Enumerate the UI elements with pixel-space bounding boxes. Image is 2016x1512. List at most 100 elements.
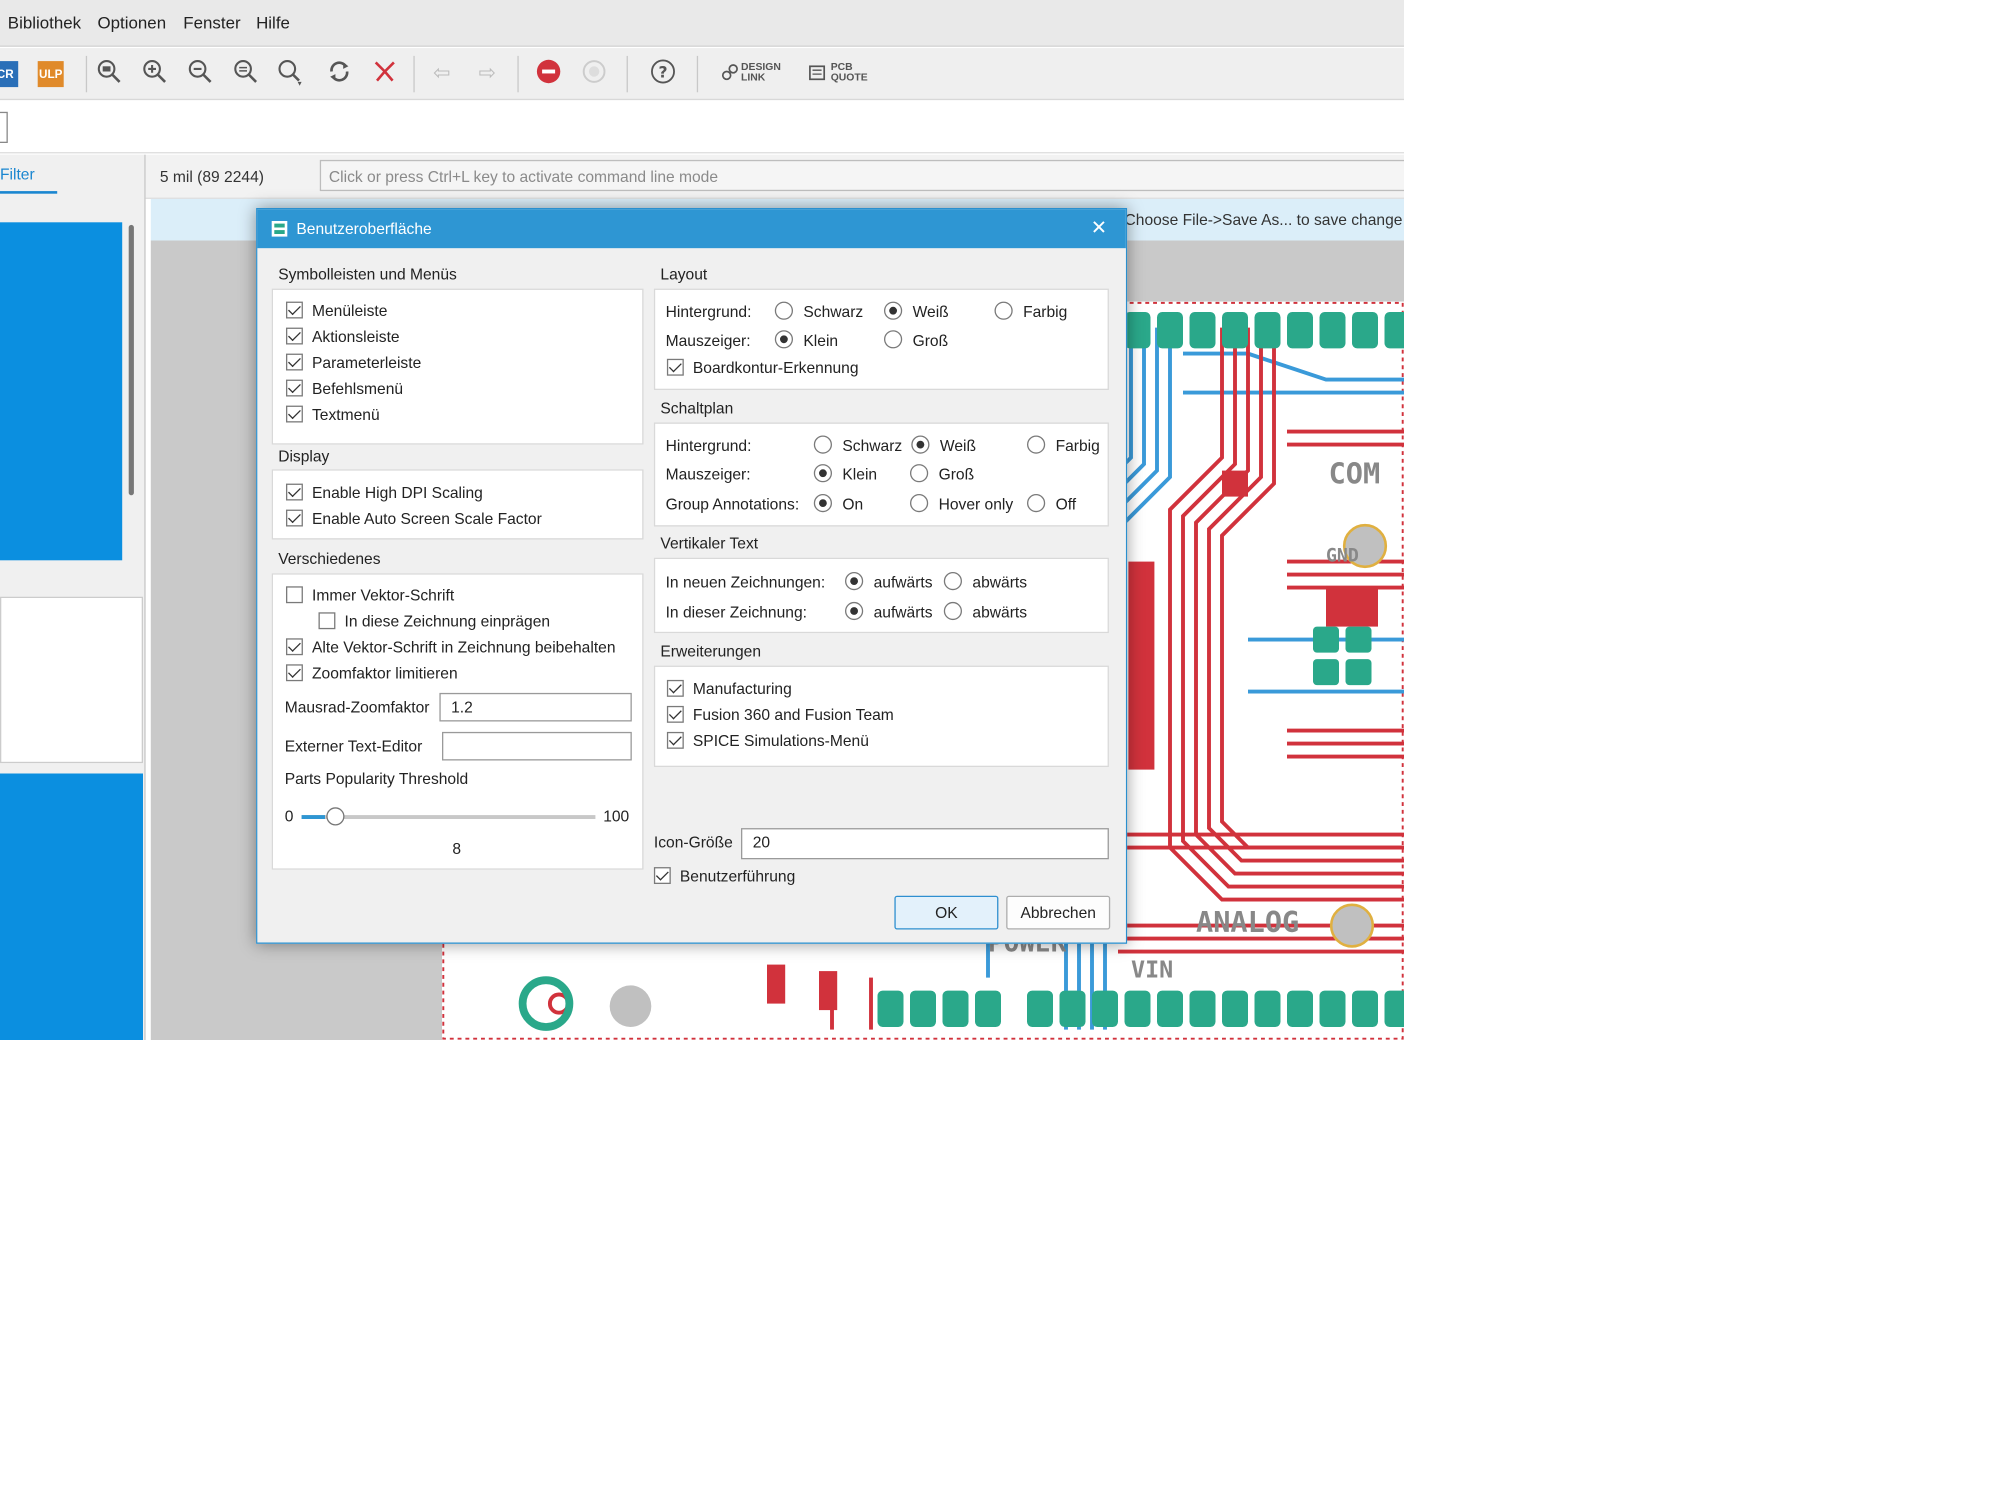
sch-bg-black-radio[interactable] <box>813 435 832 454</box>
board-outline-checkbox[interactable] <box>666 358 684 376</box>
sch-cursor-large-label: Groß <box>938 465 975 484</box>
sch-bg-white-radio[interactable] <box>911 435 930 454</box>
toolbar-separator <box>626 55 628 93</box>
sch-bg-color-radio[interactable] <box>1027 435 1046 454</box>
textmenu-checkbox[interactable] <box>286 405 303 423</box>
limit-zoom-checkbox[interactable] <box>286 664 303 682</box>
vector-font-label: Immer Vektor-Schrift <box>312 586 455 605</box>
layout-bg-black-radio[interactable] <box>774 301 793 320</box>
layout-cursor-small-radio[interactable] <box>774 330 793 349</box>
sch-cursor-small-radio[interactable] <box>813 464 832 483</box>
vt-this-down-radio[interactable] <box>943 601 962 621</box>
fusion-checkbox[interactable] <box>666 705 684 723</box>
close-icon[interactable]: ✕ <box>1091 216 1107 239</box>
vt-new-up-label: aufwärts <box>873 573 933 592</box>
manufacturing-checkbox[interactable] <box>666 679 684 697</box>
layout-bg-black-label: Schwarz <box>803 302 864 322</box>
threshold-slider-track[interactable] <box>301 807 596 826</box>
layout-bg-white-radio[interactable] <box>883 301 903 320</box>
dialog-title: Benutzeroberfläche <box>296 219 432 238</box>
eagle-main-window: Bibliothek Optionen Fenster Hilfe CR ULP <box>0 0 1404 1040</box>
dialog-titlebar[interactable]: Benutzeroberfläche ✕ <box>257 209 1126 249</box>
extensions-heading: Erweiterungen <box>660 642 762 661</box>
keep-font-label: Alte Vektor-Schrift in Zeichnung beibeha… <box>312 638 616 657</box>
menubar-label: Menüleiste <box>312 301 388 320</box>
sch-bg-label: Hintergrund: <box>665 436 752 455</box>
threshold-label: Parts Popularity Threshold <box>284 769 469 788</box>
auto-scale-checkbox[interactable] <box>286 509 303 527</box>
parameter-field[interactable] <box>0 111 8 143</box>
zoom-select-icon[interactable] <box>94 58 125 89</box>
guidance-checkbox[interactable] <box>653 867 671 884</box>
menu-hilfe[interactable]: Hilfe <box>256 13 290 33</box>
sch-cursor-large-radio[interactable] <box>909 464 929 483</box>
sch-cursor-small-label: Klein <box>842 465 878 484</box>
layout-bg-color-radio[interactable] <box>994 301 1013 320</box>
keep-font-checkbox[interactable] <box>286 638 303 656</box>
command-line-input[interactable]: Click or press Ctrl+L key to activate co… <box>319 159 1404 192</box>
zoom-in-icon[interactable] <box>139 58 170 89</box>
guidance-label: Benutzerführung <box>679 867 796 886</box>
vt-new-down-radio[interactable] <box>943 572 962 591</box>
annotations-on-radio[interactable] <box>813 493 832 513</box>
parameter-bar <box>0 101 1404 154</box>
wheel-zoom-label: Mausrad-Zoomfaktor <box>284 698 430 717</box>
layout-bg-label: Hintergrund: <box>665 302 752 322</box>
spice-checkbox[interactable] <box>666 731 684 749</box>
help-icon[interactable]: ? <box>647 58 678 89</box>
menu-fenster[interactable]: Fenster <box>183 13 240 33</box>
library-tree-selection[interactable] <box>0 222 123 561</box>
zoom-area-icon[interactable] <box>276 58 307 89</box>
sch-bg-white-label: Weiß <box>939 436 977 455</box>
high-dpi-checkbox[interactable] <box>286 483 303 501</box>
left-panel: Filter <box>0 154 146 1040</box>
threshold-slider-thumb[interactable] <box>326 807 345 826</box>
board-label-analog: ANALOG <box>1196 905 1299 939</box>
ripup-icon[interactable] <box>369 58 400 89</box>
menubar-checkbox[interactable] <box>286 301 303 319</box>
go-icon[interactable] <box>579 58 610 89</box>
vt-this-up-label: aufwärts <box>873 603 933 622</box>
board-outline-label: Boardkontur-Erkennung <box>692 358 859 377</box>
toolbar-separator <box>413 55 415 93</box>
text-editor-input[interactable] <box>441 731 632 761</box>
preview-panel <box>0 596 143 764</box>
high-dpi-label: Enable High DPI Scaling <box>312 483 483 502</box>
panel-scrollbar[interactable] <box>128 224 134 496</box>
parameterbar-checkbox[interactable] <box>286 353 303 371</box>
vt-this-up-radio[interactable] <box>844 601 864 621</box>
undo-icon[interactable]: ⇦ <box>426 58 457 89</box>
dialog-body: Symbolleisten und Menüs Menüleiste Aktio… <box>257 248 1126 943</box>
filter-tab[interactable]: Filter <box>0 165 35 183</box>
menu-bibliothek[interactable]: Bibliothek <box>8 13 81 33</box>
zoom-fit-icon[interactable] <box>230 58 261 89</box>
slider-value: 8 <box>452 839 462 858</box>
display-heading: Display <box>278 447 330 466</box>
icon-size-input[interactable]: 20 <box>741 828 1109 860</box>
vector-font-checkbox[interactable] <box>286 586 303 604</box>
textmenu-label: Textmenü <box>312 405 380 424</box>
menu-optionen[interactable]: Optionen <box>98 13 167 33</box>
embed-font-checkbox[interactable] <box>318 612 336 630</box>
stop-icon[interactable] <box>533 58 564 89</box>
annotations-off-radio[interactable] <box>1027 493 1046 513</box>
command-bar: 5 mil (89 2244) Click or press Ctrl+L ke… <box>0 154 1404 199</box>
cancel-button[interactable]: Abbrechen <box>1006 895 1111 930</box>
redo-icon[interactable]: ⇨ <box>472 58 503 89</box>
vt-new-down-label: abwärts <box>972 573 1028 592</box>
redraw-icon[interactable] <box>324 58 355 89</box>
zoom-out-icon[interactable] <box>185 58 216 89</box>
ok-button[interactable]: OK <box>894 895 999 930</box>
toolbar-separator <box>696 55 699 93</box>
vt-new-label: In neuen Zeichnungen: <box>665 573 826 592</box>
ulp-icon[interactable]: ULP <box>37 61 64 88</box>
wheel-zoom-input[interactable]: 1.2 <box>439 692 632 722</box>
text-editor-label: Externer Text-Editor <box>284 737 423 756</box>
annotations-hover-radio[interactable] <box>909 493 929 513</box>
actionbar-checkbox[interactable] <box>286 327 303 345</box>
layout-cursor-large-radio[interactable] <box>883 330 903 349</box>
commandmenu-checkbox[interactable] <box>286 379 303 397</box>
vt-new-up-radio[interactable] <box>844 572 864 591</box>
scr-icon[interactable]: CR <box>0 61 19 88</box>
commandmenu-label: Befehlsmenü <box>312 379 404 398</box>
